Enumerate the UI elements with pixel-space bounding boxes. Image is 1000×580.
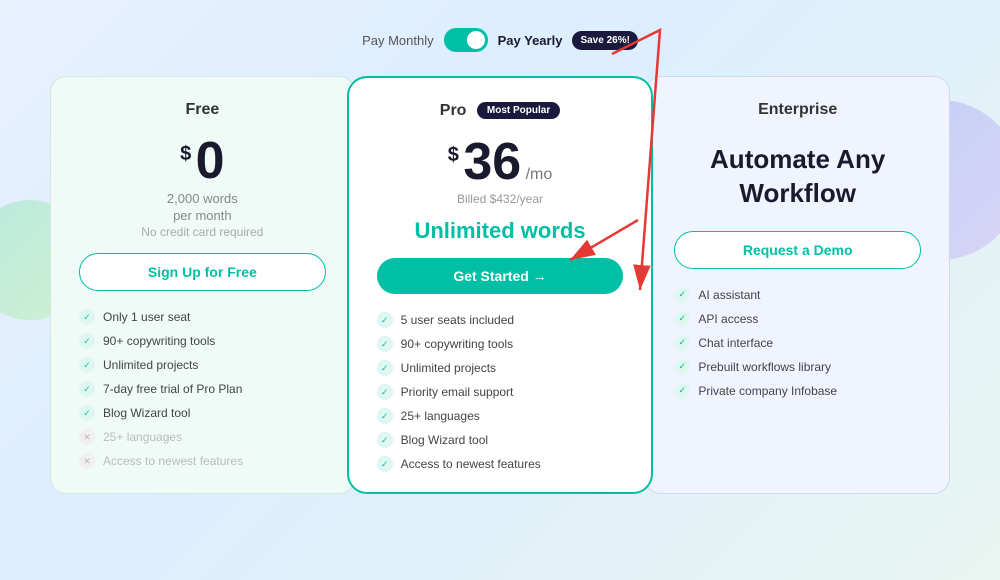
check-icon: ✓: [79, 333, 95, 349]
enterprise-plan-title: Enterprise: [674, 101, 921, 119]
list-item: ✓ Priority email support: [377, 384, 624, 400]
list-item: ✓ Blog Wizard tool: [377, 432, 624, 448]
free-currency: $: [180, 143, 191, 166]
free-price-block: $ 0: [79, 135, 326, 187]
list-item: ✓ 25+ languages: [377, 408, 624, 424]
check-icon: ✓: [377, 432, 393, 448]
list-item: ✕ 25+ languages: [79, 429, 326, 445]
check-icon: ✓: [377, 360, 393, 376]
enterprise-headline: Automate Any Workflow: [674, 143, 921, 211]
list-item: ✕ Access to newest features: [79, 453, 326, 469]
list-item: ✓ Access to newest features: [377, 456, 624, 472]
pro-currency: $: [448, 144, 459, 167]
check-icon: ✓: [377, 384, 393, 400]
enterprise-plan-card: Enterprise Automate Any Workflow Request…: [645, 76, 950, 494]
list-item: ✓ Prebuilt workflows library: [674, 359, 921, 375]
list-item: ✓ 5 user seats included: [377, 312, 624, 328]
list-item: ✓ AI assistant: [674, 287, 921, 303]
pro-plan-title: Pro Most Popular: [377, 102, 624, 120]
check-icon: ✓: [674, 287, 690, 303]
list-item: ✓ Blog Wizard tool: [79, 405, 326, 421]
pro-period: /mo: [526, 166, 553, 183]
check-icon: ✓: [79, 357, 95, 373]
free-plan-title: Free: [79, 101, 326, 119]
check-icon: ✓: [377, 408, 393, 424]
check-icon: ✓: [79, 405, 95, 421]
check-icon: ✓: [674, 335, 690, 351]
save-badge: Save 26%!: [572, 31, 637, 50]
free-cta-button[interactable]: Sign Up for Free: [79, 253, 326, 291]
enterprise-features-list: ✓ AI assistant ✓ API access ✓ Chat inter…: [674, 287, 921, 399]
pro-cta-button[interactable]: Get Started →: [377, 258, 624, 294]
list-item: ✓ Only 1 user seat: [79, 309, 326, 325]
pay-monthly-label: Pay Monthly: [362, 33, 434, 48]
list-item: ✓ 90+ copywriting tools: [377, 336, 624, 352]
list-item: ✓ 7-day free trial of Pro Plan: [79, 381, 326, 397]
free-no-credit: No credit card required: [79, 225, 326, 239]
pricing-cards: Free $ 0 2,000 words per month No credit…: [50, 76, 950, 494]
check-icon: ✓: [674, 311, 690, 327]
check-icon: ✓: [377, 336, 393, 352]
pro-billed: Billed $432/year: [377, 192, 624, 206]
pro-price-block: $ 36 /mo: [377, 136, 624, 188]
check-icon: ✓: [674, 359, 690, 375]
check-icon: ✓: [377, 312, 393, 328]
check-icon: ✓: [79, 381, 95, 397]
free-amount: 0: [196, 132, 225, 190]
check-icon: ✓: [377, 456, 393, 472]
free-plan-card: Free $ 0 2,000 words per month No credit…: [50, 76, 355, 494]
billing-toggle-row: Pay Monthly Pay Yearly Save 26%!: [362, 28, 638, 52]
enterprise-cta-button[interactable]: Request a Demo: [674, 231, 921, 269]
free-words-line2: per month: [79, 208, 326, 223]
pay-yearly-label: Pay Yearly: [498, 33, 563, 48]
list-item: ✓ Unlimited projects: [79, 357, 326, 373]
pro-features-list: ✓ 5 user seats included ✓ 90+ copywritin…: [377, 312, 624, 472]
check-icon: ✓: [674, 383, 690, 399]
billing-toggle[interactable]: [444, 28, 488, 52]
check-icon: ✓: [79, 309, 95, 325]
x-icon: ✕: [79, 429, 95, 445]
free-words-line1: 2,000 words: [79, 191, 326, 206]
list-item: ✓ 90+ copywriting tools: [79, 333, 326, 349]
list-item: ✓ Unlimited projects: [377, 360, 624, 376]
list-item: ✓ Chat interface: [674, 335, 921, 351]
pro-unlimited-words: Unlimited words: [377, 218, 624, 244]
list-item: ✓ Private company Infobase: [674, 383, 921, 399]
pro-plan-card: Pro Most Popular $ 36 /mo Billed $432/ye…: [347, 76, 654, 494]
list-item: ✓ API access: [674, 311, 921, 327]
pro-amount: 36: [463, 133, 521, 191]
most-popular-badge: Most Popular: [477, 102, 560, 119]
x-icon: ✕: [79, 453, 95, 469]
free-features-list: ✓ Only 1 user seat ✓ 90+ copywriting too…: [79, 309, 326, 469]
